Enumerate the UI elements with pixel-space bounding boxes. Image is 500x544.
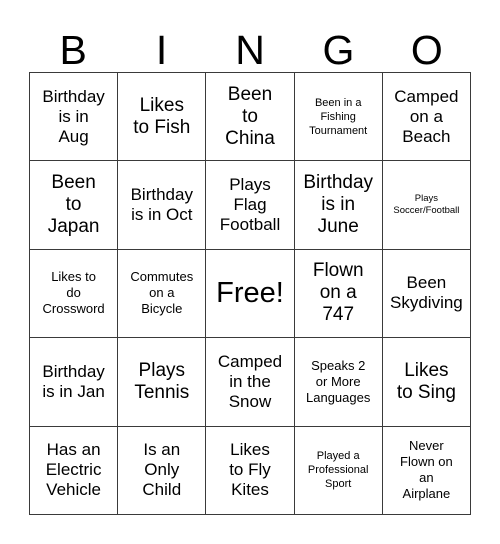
header-letter-o: O xyxy=(410,27,443,73)
header-letter-i: I xyxy=(155,27,168,73)
bingo-cell-label: Camped in the Snow xyxy=(217,351,283,411)
bingo-cell[interactable]: Likes to Sing xyxy=(382,338,471,427)
bingo-cell-label: Is an Only Child xyxy=(142,440,182,500)
bingo-cell[interactable]: Camped on a Beach xyxy=(382,73,471,162)
bingo-cell[interactable]: Has an Electric Vehicle xyxy=(30,426,119,515)
bingo-cell[interactable]: Plays Soccer/Football xyxy=(382,161,471,250)
bingo-cell-label: Plays Flag Football xyxy=(219,175,281,235)
bingo-cell-free[interactable]: Free! xyxy=(206,249,295,339)
bingo-cell[interactable]: Is an Only Child xyxy=(118,426,207,515)
bingo-cell[interactable]: Likes to Fly Kites xyxy=(206,426,295,515)
bingo-cell[interactable]: Birthday is in June xyxy=(294,161,383,250)
bingo-header: B I N G O xyxy=(29,10,471,72)
bingo-cell-label: Flown on a 747 xyxy=(312,260,364,326)
bingo-cell[interactable]: Been Skydiving xyxy=(382,249,471,339)
bingo-cell[interactable]: Birthday is in Jan xyxy=(30,338,119,427)
bingo-cell-label: Has an Electric Vehicle xyxy=(45,440,102,500)
bingo-cell-label: Been to China xyxy=(225,83,275,149)
bingo-cell-label: Played a Professional Sport xyxy=(307,450,369,491)
bingo-cell[interactable]: Been to Japan xyxy=(30,161,119,250)
bingo-cell[interactable]: Birthday is in Aug xyxy=(30,73,119,162)
bingo-cell[interactable]: Plays Flag Football xyxy=(206,161,295,250)
bingo-cell-label: Been to Japan xyxy=(47,172,100,238)
bingo-cell-label: Been Skydiving xyxy=(390,273,463,313)
bingo-cell-label: Likes to Fly Kites xyxy=(229,440,271,500)
bingo-cell-label: Birthday is in Oct xyxy=(130,185,193,225)
bingo-cell-label: Birthday is in Aug xyxy=(42,86,105,146)
bingo-cell[interactable]: Birthday is in Oct xyxy=(118,161,207,250)
bingo-cell-label: Likes to do Crossword xyxy=(42,269,105,317)
bingo-cell-label: Speaks 2 or More Languages xyxy=(306,357,371,405)
bingo-cell-label: Birthday is in Jan xyxy=(42,361,105,401)
header-letter-g: G xyxy=(322,27,355,73)
bingo-cell-label: Never Flown on an Airplane xyxy=(400,438,453,502)
bingo-cell[interactable]: Plays Tennis xyxy=(118,338,207,427)
bingo-cell-label: Been in a Fishing Tournament xyxy=(309,96,368,137)
bingo-cell[interactable]: Played a Professional Sport xyxy=(294,426,383,515)
bingo-cell[interactable]: Been to China xyxy=(206,73,295,162)
bingo-cell[interactable]: Commutes on a Bicycle xyxy=(118,249,207,339)
bingo-cell-label: Camped on a Beach xyxy=(394,86,459,146)
bingo-cell-label: Birthday is in June xyxy=(303,172,374,238)
bingo-cell-label: Free! xyxy=(216,277,284,310)
bingo-cell[interactable]: Flown on a 747 xyxy=(294,249,383,339)
bingo-cell-label: Plays Tennis xyxy=(134,359,190,403)
bingo-card: B I N G O Birthday is in Aug Likes to Fi… xyxy=(29,10,471,515)
bingo-cell[interactable]: Likes to do Crossword xyxy=(30,249,119,339)
bingo-cell-label: Likes to Fish xyxy=(133,94,191,138)
bingo-cell-label: Likes to Sing xyxy=(396,359,456,403)
bingo-cell[interactable]: Camped in the Snow xyxy=(206,338,295,427)
bingo-cell[interactable]: Likes to Fish xyxy=(118,73,207,162)
bingo-grid: Birthday is in Aug Likes to Fish Been to… xyxy=(29,72,471,515)
bingo-cell[interactable]: Speaks 2 or More Languages xyxy=(294,338,383,427)
header-letter-b: B xyxy=(59,27,87,73)
bingo-cell-label: Plays Soccer/Football xyxy=(393,193,460,217)
bingo-cell[interactable]: Been in a Fishing Tournament xyxy=(294,73,383,162)
bingo-cell[interactable]: Never Flown on an Airplane xyxy=(382,426,471,515)
header-letter-n: N xyxy=(235,27,265,73)
bingo-cell-label: Commutes on a Bicycle xyxy=(130,269,194,317)
